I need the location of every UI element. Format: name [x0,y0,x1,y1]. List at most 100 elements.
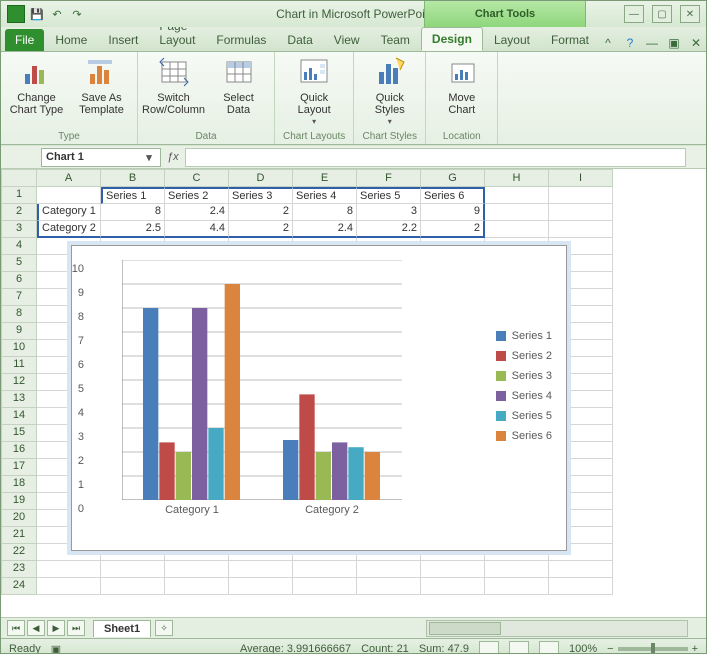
cell[interactable] [485,204,549,221]
cell[interactable]: Series 3 [229,187,293,204]
quick-styles-button[interactable]: Quick Styles▾ [362,56,417,128]
column-header[interactable]: G [421,169,485,187]
chart-bar[interactable] [348,447,363,500]
tab-team[interactable]: Team [371,29,420,51]
minimize-button[interactable]: ― [624,5,644,23]
legend-item[interactable]: Series 1 [496,326,552,346]
row-header[interactable]: 20 [1,510,37,527]
formula-bar[interactable] [185,148,686,167]
sheet-nav-last[interactable]: ⏭ [67,620,85,636]
zoom-slider[interactable]: − + [607,643,698,654]
legend-item[interactable]: Series 3 [496,366,552,386]
legend-item[interactable]: Series 2 [496,346,552,366]
row-header[interactable]: 10 [1,340,37,357]
quick-layout-button[interactable]: Quick Layout▾ [287,56,342,128]
cell[interactable]: Series 6 [421,187,485,204]
column-header[interactable]: E [293,169,357,187]
cell[interactable] [549,578,613,595]
chart-bar[interactable] [299,394,314,500]
cell[interactable] [485,561,549,578]
column-header[interactable]: C [165,169,229,187]
cell[interactable] [101,578,165,595]
cell[interactable] [101,561,165,578]
chart-bar[interactable] [208,428,223,500]
tab-insert[interactable]: Insert [98,29,148,51]
sheet-nav-first[interactable]: ⏮ [7,620,25,636]
fx-icon[interactable]: ƒx [167,151,179,163]
chart-bar[interactable] [143,308,158,500]
cell[interactable] [421,561,485,578]
row-header[interactable]: 18 [1,476,37,493]
cell[interactable]: Category 1 [37,204,101,221]
row-header[interactable]: 24 [1,578,37,595]
legend-item[interactable]: Series 6 [496,426,552,446]
cell[interactable] [37,578,101,595]
cell[interactable]: 4.4 [165,221,229,238]
cell[interactable] [165,578,229,595]
column-header[interactable]: F [357,169,421,187]
title-bar[interactable]: 💾 ↶ ↷ Chart in Microsoft PowerPoint.xlsx… [1,1,706,27]
cell[interactable] [549,187,613,204]
legend-item[interactable]: Series 4 [496,386,552,406]
row-header[interactable]: 16 [1,442,37,459]
maximize-button[interactable]: ▢ [652,5,672,23]
save-icon[interactable]: 💾 [29,6,45,22]
new-sheet-button[interactable]: ✧ [155,620,173,636]
cell[interactable] [357,578,421,595]
row-header[interactable]: 8 [1,306,37,323]
chart-bar[interactable] [192,308,207,500]
row-header[interactable]: 22 [1,544,37,561]
switch-row-column-button[interactable]: Switch Row/Column [146,56,201,116]
cell[interactable]: Series 4 [293,187,357,204]
column-header[interactable]: H [485,169,549,187]
sheet-tab[interactable]: Sheet1 [93,620,151,637]
macro-record-icon[interactable]: ▣ [51,643,61,654]
cell[interactable] [229,561,293,578]
select-data-button[interactable]: Select Data [211,56,266,116]
cell[interactable]: 2.4 [293,221,357,238]
embedded-chart[interactable]: 012345678910 Category 1Category 2 Series… [71,245,567,551]
cell[interactable]: 8 [101,204,165,221]
cell[interactable]: 2.4 [165,204,229,221]
zoom-out-icon[interactable]: − [607,643,613,654]
legend-item[interactable]: Series 5 [496,406,552,426]
row-header[interactable]: 7 [1,289,37,306]
row-header[interactable]: 12 [1,374,37,391]
cell[interactable]: Category 2 [37,221,101,238]
cell[interactable]: 2 [229,221,293,238]
tab-file[interactable]: File [5,29,44,51]
chart-bar[interactable] [176,452,191,500]
cell[interactable] [549,204,613,221]
cell[interactable] [485,221,549,238]
cell[interactable]: Series 5 [357,187,421,204]
ribbon-minimize-icon[interactable]: ^ [600,35,616,51]
sheet-nav-next[interactable]: ▶ [47,620,65,636]
view-normal-button[interactable] [479,641,499,654]
chart-bar[interactable] [316,452,331,500]
column-header[interactable]: A [37,169,101,187]
row-header[interactable]: 21 [1,527,37,544]
row-header[interactable]: 9 [1,323,37,340]
row-header[interactable]: 11 [1,357,37,374]
workbook-close-icon[interactable]: ✕ [688,35,704,51]
cell[interactable] [229,578,293,595]
cell[interactable]: 2.5 [101,221,165,238]
row-header[interactable]: 13 [1,391,37,408]
cell[interactable] [549,221,613,238]
cell[interactable] [357,561,421,578]
tab-view[interactable]: View [324,29,370,51]
sheet-nav-prev[interactable]: ◀ [27,620,45,636]
move-chart-button[interactable]: Move Chart [434,56,489,116]
cell[interactable]: 2 [229,204,293,221]
cell[interactable] [549,561,613,578]
cell[interactable]: 3 [357,204,421,221]
row-header[interactable]: 2 [1,204,37,221]
row-header[interactable]: 15 [1,425,37,442]
change-chart-type-button[interactable]: Change Chart Type [9,56,64,116]
cell[interactable] [421,578,485,595]
tab-layout[interactable]: Layout [484,29,540,51]
redo-icon[interactable]: ↷ [69,6,85,22]
cell[interactable]: 8 [293,204,357,221]
column-header[interactable]: D [229,169,293,187]
cell[interactable]: Series 2 [165,187,229,204]
